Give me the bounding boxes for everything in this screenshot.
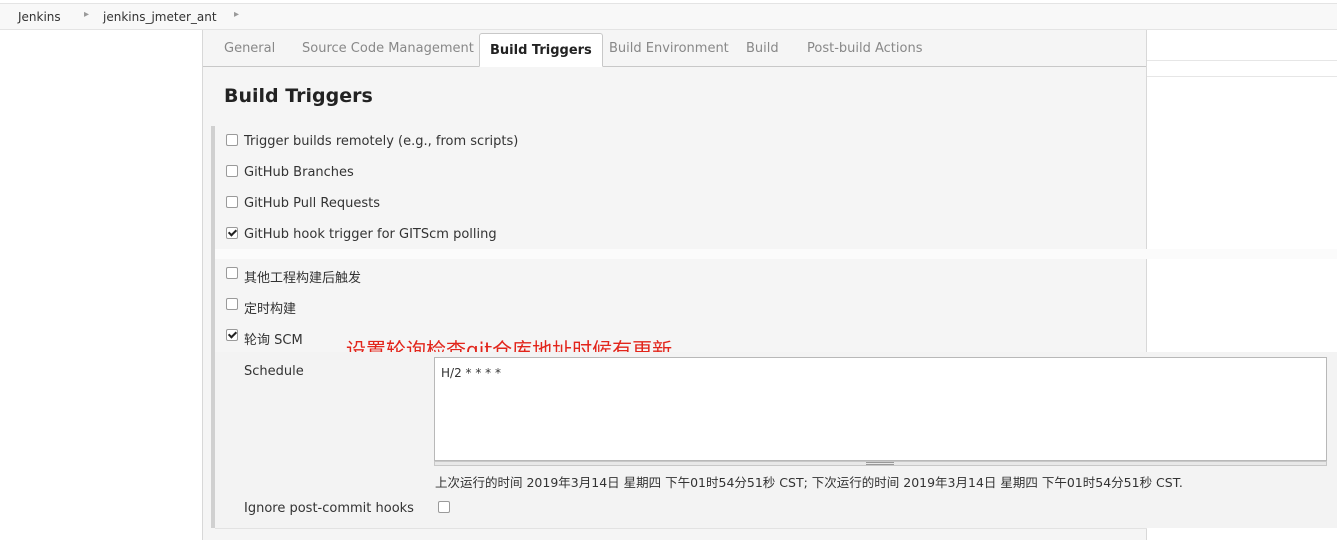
tab-general[interactable]: General xyxy=(224,41,275,56)
grip-icon[interactable] xyxy=(866,462,894,465)
github-pull-requests-checkbox[interactable] xyxy=(226,196,238,208)
divider xyxy=(1147,76,1337,77)
github-branches-label: GitHub Branches xyxy=(244,165,354,180)
trigger-remote-label: Trigger builds remotely (e.g., from scri… xyxy=(244,134,519,149)
divider xyxy=(215,528,1147,529)
breadcrumb: Jenkins ▸ jenkins_jmeter_ant ▸ xyxy=(0,3,1337,30)
github-hook-trigger-label: GitHub hook trigger for GITScm polling xyxy=(244,227,497,242)
tab-post-build-actions[interactable]: Post-build Actions xyxy=(807,41,922,56)
tab-build[interactable]: Build xyxy=(746,41,779,56)
schedule-run-info: 上次运行的时间 2019年3月14日 星期四 下午01时54分51秒 CST; … xyxy=(435,475,1183,490)
breadcrumb-project[interactable]: jenkins_jmeter_ant xyxy=(103,10,217,24)
ignore-post-commit-label: Ignore post-commit hooks xyxy=(244,501,414,516)
trigger-remote-checkbox[interactable] xyxy=(226,134,238,146)
chevron-right-icon[interactable]: ▸ xyxy=(234,9,239,20)
chevron-right-icon[interactable]: ▸ xyxy=(84,9,89,20)
build-after-other-projects-checkbox[interactable] xyxy=(226,267,238,279)
tab-build-environment[interactable]: Build Environment xyxy=(609,41,729,56)
tab-build-triggers[interactable]: Build Triggers xyxy=(479,33,603,67)
build-periodically-checkbox[interactable] xyxy=(226,298,238,310)
github-pull-requests-label: GitHub Pull Requests xyxy=(244,196,380,211)
schedule-label: Schedule xyxy=(244,364,304,379)
divider xyxy=(1147,60,1337,61)
poll-scm-checkbox[interactable] xyxy=(226,329,238,341)
ignore-post-commit-checkbox[interactable] xyxy=(438,501,450,513)
left-sidebar xyxy=(0,30,202,540)
github-branches-checkbox[interactable] xyxy=(226,165,238,177)
schedule-textarea[interactable]: H/2 * * * * xyxy=(434,357,1327,461)
section-title: Build Triggers xyxy=(224,85,373,107)
github-hook-trigger-checkbox[interactable] xyxy=(226,227,238,239)
build-after-other-projects-label: 其他工程构建后触发 xyxy=(244,271,362,286)
breadcrumb-jenkins[interactable]: Jenkins xyxy=(18,10,61,24)
build-periodically-label: 定时构建 xyxy=(244,302,297,317)
tab-source-code-management[interactable]: Source Code Management xyxy=(302,41,474,56)
config-tabs: General Source Code Management Build Tri… xyxy=(203,30,1146,67)
poll-scm-label: 轮询 SCM xyxy=(244,333,303,348)
row-separator xyxy=(215,249,1337,259)
